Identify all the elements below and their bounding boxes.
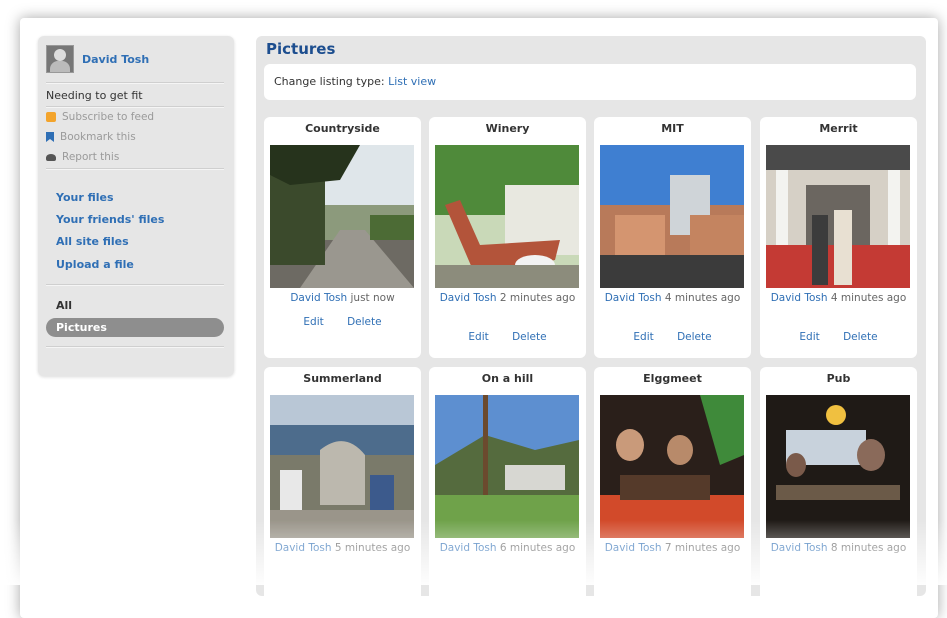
picture-owner-link[interactable]: David Tosh	[771, 542, 828, 554]
owner-block[interactable]: David Tosh	[46, 44, 149, 74]
listing-type-label: Change listing type:	[274, 75, 385, 88]
owner-name-link[interactable]: David Tosh	[82, 53, 149, 66]
picture-card: Merrit David Tosh 4 minutes ago Edit Del…	[760, 117, 917, 358]
divider	[46, 168, 224, 170]
list-view-link[interactable]: List view	[388, 75, 436, 88]
picture-time: 5 minutes ago	[334, 542, 411, 554]
picture-owner-link[interactable]: David Tosh	[771, 292, 828, 304]
picture-card: Summerland David Tosh 5 minutes ago	[264, 367, 421, 608]
picture-meta: David Tosh 4 minutes ago	[598, 291, 747, 305]
picture-card: Pub David Tosh 8 minutes ago	[760, 367, 917, 608]
picture-owner-link[interactable]: David Tosh	[605, 542, 662, 554]
divider	[46, 106, 224, 108]
picture-actions: Edit Delete	[594, 331, 751, 343]
picture-title[interactable]: Merrit	[760, 122, 917, 135]
divider	[46, 346, 224, 348]
bookmark-icon	[46, 132, 54, 142]
picture-title[interactable]: Pub	[760, 372, 917, 385]
picture-card: On a hill David Tosh 6 minutes ago	[429, 367, 586, 608]
report-link[interactable]: Report this	[46, 151, 119, 163]
edit-link[interactable]: Edit	[633, 331, 653, 343]
listing-type-bar: Change listing type: List view	[264, 64, 916, 100]
picture-thumbnail[interactable]	[435, 395, 579, 538]
rss-icon	[46, 112, 56, 122]
filter-all[interactable]: All	[56, 299, 72, 312]
picture-time: 7 minutes ago	[664, 542, 741, 554]
picture-owner-link[interactable]: David Tosh	[440, 542, 497, 554]
picture-meta: David Tosh 5 minutes ago	[268, 541, 417, 555]
picture-time: 8 minutes ago	[830, 542, 907, 554]
picture-time: just now	[350, 292, 395, 304]
edit-link[interactable]: Edit	[468, 331, 488, 343]
delete-link[interactable]: Delete	[347, 316, 382, 328]
picture-title[interactable]: MIT	[594, 122, 751, 135]
picture-title[interactable]: Summerland	[264, 372, 421, 385]
picture-thumbnail[interactable]	[766, 395, 910, 538]
picture-meta: David Tosh 6 minutes ago	[433, 541, 582, 555]
picture-time: 4 minutes ago	[830, 292, 907, 304]
picture-meta: David Tosh 7 minutes ago	[598, 541, 747, 555]
picture-title[interactable]: On a hill	[429, 372, 586, 385]
picture-title[interactable]: Winery	[429, 122, 586, 135]
picture-meta: David Tosh 8 minutes ago	[764, 541, 913, 555]
entity-title: Needing to get fit	[46, 89, 143, 102]
picture-card: Countryside David Tosh just now Edit Del…	[264, 117, 421, 358]
nav-upload-file[interactable]: Upload a file	[56, 258, 134, 271]
edit-link[interactable]: Edit	[303, 316, 323, 328]
nav-your-files[interactable]: Your files	[56, 191, 114, 204]
picture-thumbnail[interactable]	[766, 145, 910, 288]
picture-actions: Edit Delete	[760, 331, 917, 343]
picture-owner-link[interactable]: David Tosh	[605, 292, 662, 304]
subscribe-feed-link[interactable]: Subscribe to feed	[46, 111, 154, 123]
picture-card: MIT David Tosh 4 minutes ago Edit Delete	[594, 117, 751, 358]
picture-thumbnail[interactable]	[435, 145, 579, 288]
picture-thumbnail[interactable]	[270, 145, 414, 288]
divider	[46, 82, 224, 84]
picture-owner-link[interactable]: David Tosh	[290, 292, 347, 304]
picture-meta: David Tosh just now	[268, 291, 417, 305]
sidebar: David Tosh Needing to get fit Subscribe …	[38, 36, 234, 376]
delete-link[interactable]: Delete	[843, 331, 878, 343]
picture-title[interactable]: Countryside	[264, 122, 421, 135]
delete-link[interactable]: Delete	[512, 331, 547, 343]
picture-time: 6 minutes ago	[499, 542, 576, 554]
picture-title[interactable]: Elggmeet	[594, 372, 751, 385]
delete-link[interactable]: Delete	[677, 331, 712, 343]
picture-time: 4 minutes ago	[664, 292, 741, 304]
picture-owner-link[interactable]: David Tosh	[275, 542, 332, 554]
nav-all-site-files[interactable]: All site files	[56, 235, 129, 248]
picture-owner-link[interactable]: David Tosh	[440, 292, 497, 304]
picture-thumbnail[interactable]	[600, 395, 744, 538]
page-title: Pictures	[266, 40, 336, 58]
report-icon	[46, 153, 56, 161]
nav-friends-files[interactable]: Your friends' files	[56, 213, 164, 226]
picture-card: Winery David Tosh 2 minutes ago Edit Del…	[429, 117, 586, 358]
picture-thumbnail[interactable]	[600, 145, 744, 288]
picture-time: 2 minutes ago	[499, 292, 576, 304]
picture-meta: David Tosh 4 minutes ago	[764, 291, 913, 305]
picture-card: Elggmeet David Tosh 7 minutes ago	[594, 367, 751, 608]
picture-actions: Edit Delete	[264, 316, 421, 328]
filter-pictures-selected[interactable]: Pictures	[46, 318, 224, 337]
picture-actions: Edit Delete	[429, 331, 586, 343]
edit-link[interactable]: Edit	[799, 331, 819, 343]
bookmark-link[interactable]: Bookmark this	[46, 131, 136, 143]
picture-meta: David Tosh 2 minutes ago	[433, 291, 582, 305]
avatar[interactable]	[46, 45, 74, 73]
divider	[46, 284, 224, 286]
picture-thumbnail[interactable]	[270, 395, 414, 538]
